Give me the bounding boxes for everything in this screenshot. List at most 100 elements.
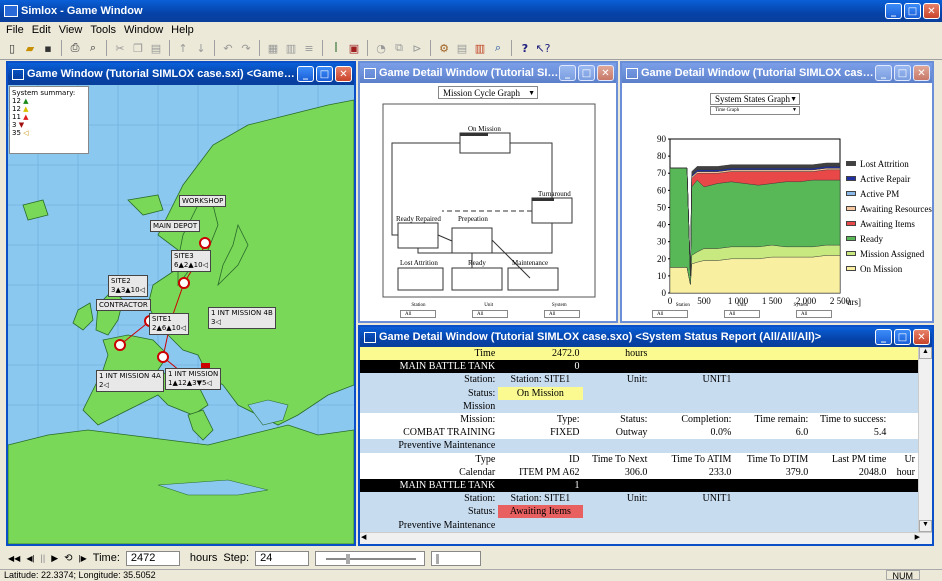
progress-slider[interactable] <box>431 550 482 566</box>
report-cell <box>650 347 734 360</box>
redo-icon[interactable]: ↷ <box>238 40 254 56</box>
list-icon[interactable]: ≡ <box>301 40 317 56</box>
menu-edit[interactable]: Edit <box>32 24 51 36</box>
report-minimize-button[interactable]: _ <box>875 329 892 345</box>
table-icon[interactable]: ▦ <box>265 40 281 56</box>
step-input[interactable]: 24 <box>255 550 310 566</box>
report-row: Preventive Maintenance <box>360 439 918 453</box>
sort-desc-icon[interactable]: ↓ <box>193 40 209 56</box>
cycle-filter-station[interactable]: All <box>400 310 436 318</box>
grid-icon[interactable]: ▥ <box>283 40 299 56</box>
report-cell: UNIT1 <box>702 493 732 505</box>
site-label-contractor[interactable]: CONTRACTOR <box>96 299 151 311</box>
site-label-int-mission-4a[interactable]: 1 INT MISSION 4A 2◁ <box>96 370 164 392</box>
scroll-left-icon[interactable]: ◀ <box>361 533 366 541</box>
states-filter-station[interactable]: All <box>652 310 688 318</box>
report-cell: COMBAT TRAINING <box>403 427 496 439</box>
speed-slider-thumb[interactable] <box>346 553 351 564</box>
cycle-filter-system[interactable]: All <box>544 310 580 318</box>
print-icon[interactable]: ⎙ <box>67 40 83 56</box>
menu-window[interactable]: Window <box>124 24 163 36</box>
tree-icon[interactable]: ꟾ <box>328 40 344 56</box>
states-close-button[interactable]: ✕ <box>913 65 930 81</box>
help-icon[interactable]: ? <box>517 40 533 56</box>
save-icon[interactable]: ▪ <box>40 40 56 56</box>
cycle-close-button[interactable]: ✕ <box>597 65 614 81</box>
cycle-graph-select[interactable]: Mission Cycle Graph ▼ <box>438 86 538 99</box>
cycle-minimize-button[interactable]: _ <box>559 65 576 81</box>
legend-item: Mission Assigned <box>846 246 934 261</box>
report-cell <box>889 439 918 452</box>
chart-icon[interactable]: ▤ <box>454 40 470 56</box>
step-back-icon[interactable]: ◀| <box>26 554 34 563</box>
report-cell: 306.0 <box>624 466 648 478</box>
stats-icon[interactable]: ▥ <box>472 40 488 56</box>
time-input[interactable]: 2472 <box>125 550 180 566</box>
site-label-int-mission[interactable]: 1 INT MISSION 1▲12▲3▼5◁ <box>165 368 222 390</box>
y-tick-label: 70 <box>657 168 667 178</box>
site-label-main-depot[interactable]: MAIN DEPOT <box>150 220 201 232</box>
open-icon[interactable]: ▰ <box>22 40 38 56</box>
report-vertical-scrollbar[interactable]: ▲ ▼ <box>918 347 932 532</box>
site2-stats: 3▲3▲10◁ <box>111 286 145 294</box>
report-cell <box>811 387 889 400</box>
new-icon[interactable]: ▯ <box>4 40 20 56</box>
scroll-up-icon[interactable]: ▲ <box>919 347 932 359</box>
loop-icon[interactable]: ⟲ <box>64 553 72 564</box>
preview-icon[interactable]: ⌕ <box>85 40 101 56</box>
states-maximize-button[interactable]: □ <box>894 65 911 81</box>
scroll-right-icon[interactable]: ▶ <box>915 533 920 541</box>
copy-icon[interactable]: ❐ <box>130 40 146 56</box>
menu-help[interactable]: Help <box>171 24 194 36</box>
cycle-maximize-button[interactable]: □ <box>578 65 595 81</box>
report-maximize-button[interactable]: □ <box>894 329 911 345</box>
step-forward-icon[interactable]: |▶ <box>79 554 87 563</box>
site-label-int-mission-4b[interactable]: 1 INT MISSION 4B 3◁ <box>208 307 276 329</box>
report-row: Station: Station: SITE1 Unit: UNIT1 <box>360 492 918 506</box>
site-label-site1[interactable]: SITE1 2▲6▲10◁ <box>149 313 189 335</box>
chart-legend: Lost Attrition Active Repair Active PM Awai… <box>846 156 934 276</box>
report-cell: Time To DTIM <box>746 453 809 465</box>
site-label-workshop[interactable]: WORKSHOP <box>179 195 227 207</box>
minimize-button[interactable]: _ <box>885 3 902 19</box>
report-close-button[interactable]: ✕ <box>913 329 930 345</box>
menu-tools[interactable]: Tools <box>90 24 116 36</box>
states-filter-unit[interactable]: All <box>724 310 760 318</box>
map-minimize-button[interactable]: _ <box>297 66 314 82</box>
whats-this-icon[interactable]: ↖? <box>535 40 551 56</box>
tools-icon[interactable]: ⚙ <box>436 40 452 56</box>
report-horizontal-scrollbar[interactable]: ◀ ▶ <box>360 532 932 544</box>
rewind-start-icon[interactable]: ◀◀ <box>8 554 20 563</box>
site-label-site3[interactable]: SITE3 6▲2▲10◁ <box>171 250 211 272</box>
pause-icon[interactable]: || <box>41 553 46 563</box>
cycle-filter-unit[interactable]: All <box>472 310 508 318</box>
sort-asc-icon[interactable]: ↑ <box>175 40 191 56</box>
scroll-down-icon[interactable]: ▼ <box>919 520 932 532</box>
report-body: Time 2472.0 hours MAIN BATTLE TANK 0 Station:… <box>360 347 932 544</box>
report-row: Mission <box>360 399 918 413</box>
paste-icon[interactable]: ▤ <box>148 40 164 56</box>
cycle-filter-labels: Station Unit System <box>382 303 596 308</box>
progress-slider-thumb[interactable] <box>436 553 440 564</box>
undo-icon[interactable]: ↶ <box>220 40 236 56</box>
network-icon[interactable]: ⧉ <box>391 40 407 56</box>
site-label-site2[interactable]: SITE2 3▲3▲10◁ <box>108 275 148 297</box>
states-minimize-button[interactable]: _ <box>875 65 892 81</box>
map-canvas[interactable]: System summary: 12 ▲ 12 ▲ 11 ▲ 3 ▼ 35 ◁ WORK… <box>8 85 354 544</box>
play-icon[interactable]: ▶ <box>51 553 58 564</box>
maximize-button[interactable]: □ <box>904 3 921 19</box>
close-button[interactable]: ✕ <box>923 3 940 19</box>
cut-icon[interactable]: ✂ <box>112 40 128 56</box>
graph-icon[interactable]: ◔ <box>373 40 389 56</box>
report-icon[interactable]: ▣ <box>346 40 362 56</box>
speed-slider[interactable] <box>315 550 426 566</box>
map-close-button[interactable]: ✕ <box>335 66 352 82</box>
cycle-filter-unit-label: Unit <box>484 303 494 308</box>
wizard-icon[interactable]: ⊳ <box>409 40 425 56</box>
report-cell: Time to success: <box>820 414 887 426</box>
menu-view[interactable]: View <box>59 24 83 36</box>
menu-file[interactable]: File <box>6 24 24 36</box>
search-icon[interactable]: ⌕ <box>490 40 506 56</box>
map-maximize-button[interactable]: □ <box>316 66 333 82</box>
states-filter-system[interactable]: All <box>796 310 832 318</box>
